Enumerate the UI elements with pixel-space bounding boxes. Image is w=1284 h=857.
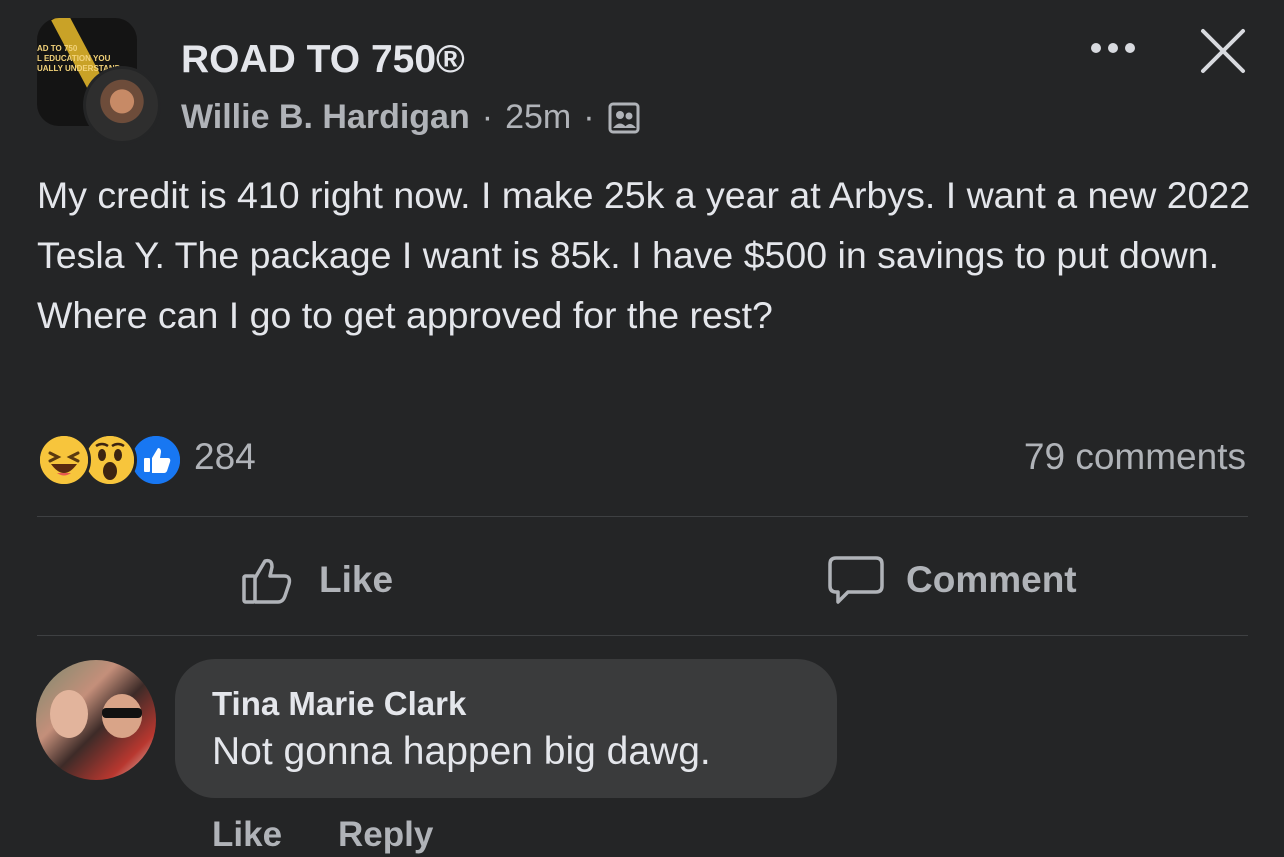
- wow-reaction-icon: [83, 433, 137, 487]
- group-avatar[interactable]: AD TO 750 L EDUCATION YOU UALLY UNDERSTA…: [37, 18, 161, 144]
- like-reaction-icon: [129, 433, 183, 487]
- like-label: Like: [319, 559, 394, 600]
- comment-bubble-icon: [828, 556, 884, 604]
- comment-label: Comment: [906, 559, 1077, 600]
- divider: [37, 635, 1248, 636]
- comment-like-link[interactable]: Like: [212, 815, 282, 855]
- comment-button[interactable]: Comment: [828, 552, 1077, 608]
- comment-reply-link[interactable]: Reply: [338, 815, 433, 855]
- haha-reaction-icon: [37, 433, 91, 487]
- commenter-name[interactable]: Tina Marie Clark: [212, 685, 466, 723]
- avatar-face: [50, 690, 88, 738]
- meta-separator: ·: [481, 98, 494, 136]
- comment-text: Not gonna happen big dawg.: [212, 730, 711, 773]
- poster-avatar[interactable]: [83, 66, 161, 144]
- more-options-icon[interactable]: [1091, 38, 1141, 58]
- post-author[interactable]: Willie B. Hardigan: [181, 98, 470, 137]
- divider: [37, 516, 1248, 517]
- logo-text-line: AD TO 750: [37, 44, 78, 53]
- group-name[interactable]: ROAD TO 750®: [181, 38, 465, 82]
- sunglasses: [102, 708, 142, 718]
- group-members-icon: [607, 101, 641, 135]
- dot: [1108, 43, 1118, 53]
- meta-separator: ·: [583, 98, 595, 136]
- post-meta: Willie B. Hardigan · 25m ·: [181, 98, 641, 137]
- post-timestamp[interactable]: 25m: [505, 98, 571, 137]
- comment-bubble: [175, 659, 837, 798]
- close-icon[interactable]: [1199, 27, 1247, 75]
- thumbs-up-icon: [242, 558, 292, 604]
- dot: [1091, 43, 1101, 53]
- reactions-summary[interactable]: [37, 433, 187, 487]
- comment-count[interactable]: 79 comments: [1024, 436, 1246, 478]
- logo-text-line: L EDUCATION YOU: [37, 54, 111, 63]
- commenter-avatar[interactable]: [36, 660, 156, 780]
- reaction-count[interactable]: 284: [194, 436, 256, 478]
- post-body: My credit is 410 right now. I make 25k a…: [37, 174, 1251, 336]
- like-button[interactable]: Like: [241, 552, 393, 608]
- dot: [1125, 43, 1135, 53]
